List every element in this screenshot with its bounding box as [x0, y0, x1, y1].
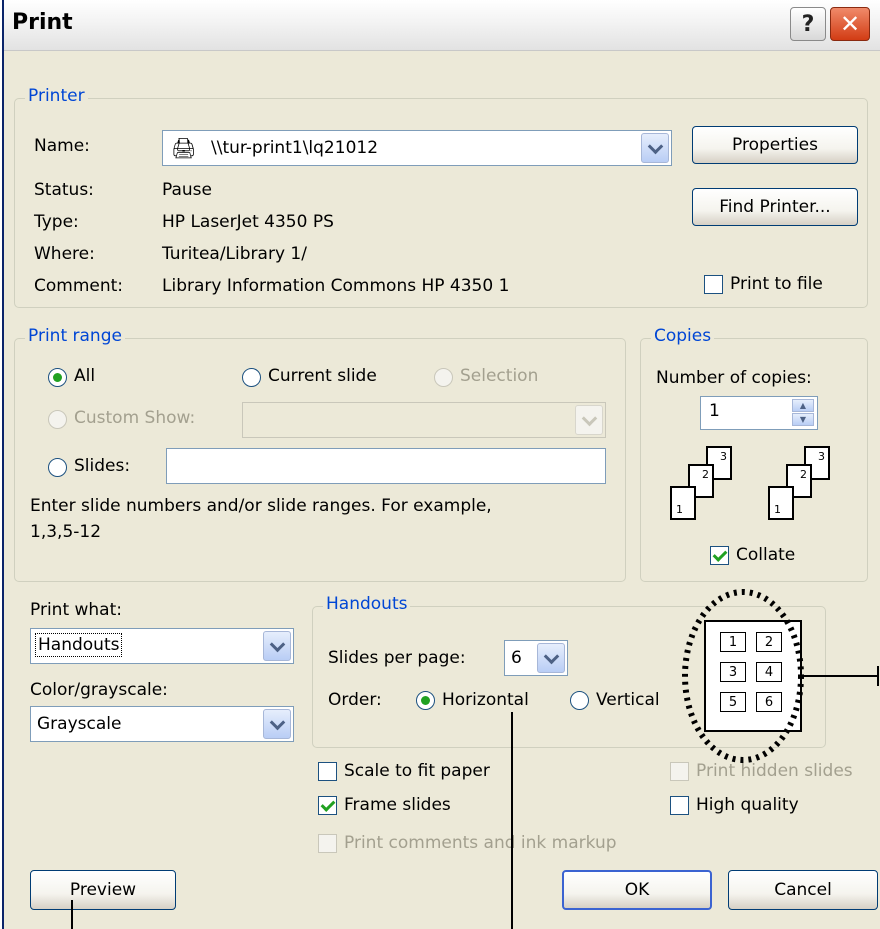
highlight-ellipse: [682, 589, 804, 763]
callout-annotations: [71, 589, 879, 929]
